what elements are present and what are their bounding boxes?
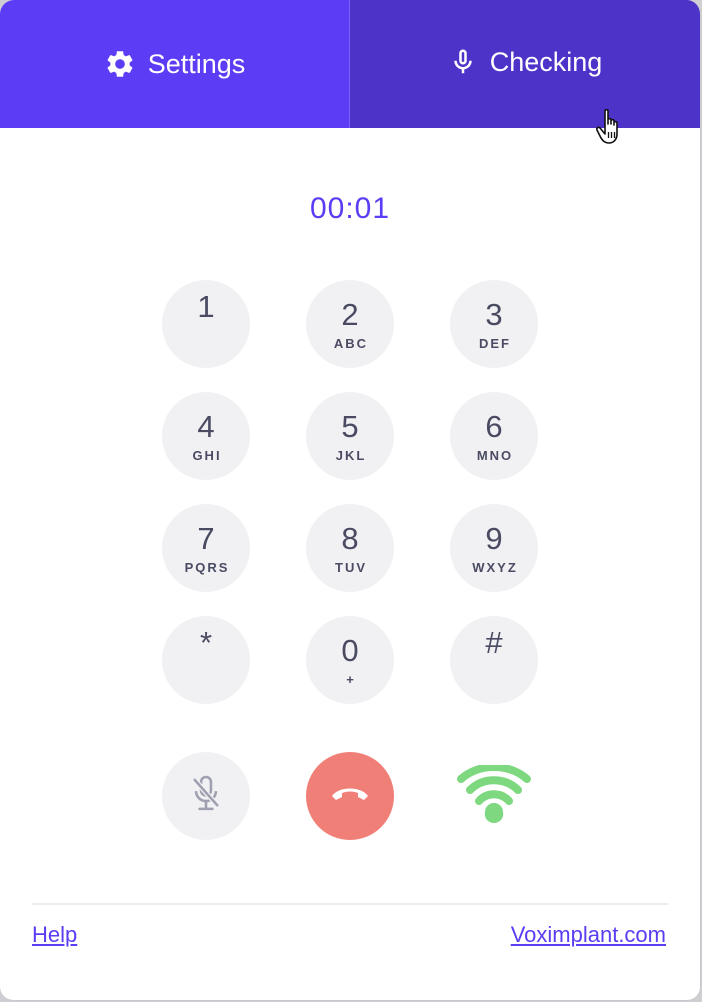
key-letters: + xyxy=(346,672,356,687)
keypad-key-1[interactable]: 1 xyxy=(162,280,250,368)
key-letters: MNO xyxy=(476,448,514,463)
network-signal-indicator xyxy=(450,752,538,840)
keypad-key-0[interactable]: 0 + xyxy=(306,616,394,704)
keypad-key-4[interactable]: 4 GHI xyxy=(162,392,250,480)
keypad-key-star[interactable]: * xyxy=(162,616,250,704)
key-digit: 7 xyxy=(197,521,215,556)
key-digit: 8 xyxy=(341,521,359,556)
voximplant-link[interactable]: Voximplant.com xyxy=(511,922,666,948)
help-link[interactable]: Help xyxy=(32,922,77,948)
footer-divider xyxy=(32,903,668,905)
call-timer: 00:01 xyxy=(309,192,391,225)
key-digit: 1 xyxy=(197,289,215,324)
key-letters: DEF xyxy=(479,336,511,351)
keypad-key-7[interactable]: 7 PQRS xyxy=(162,504,250,592)
key-letters: WXYZ xyxy=(472,560,518,575)
key-letters: TUV xyxy=(335,560,367,575)
key-letters xyxy=(205,665,207,679)
key-digit: 2 xyxy=(341,297,359,332)
key-digit: # xyxy=(485,625,503,660)
key-digit: 3 xyxy=(485,297,503,332)
key-digit: 0 xyxy=(341,633,359,668)
microphone-icon xyxy=(448,46,478,78)
tab-settings-label: Settings xyxy=(147,48,246,79)
mute-button[interactable] xyxy=(162,752,250,840)
keypad-key-2[interactable]: 2 ABC xyxy=(306,280,394,368)
keypad-key-9[interactable]: 9 WXYZ xyxy=(450,504,538,592)
gear-icon xyxy=(104,48,136,80)
keypad-key-5[interactable]: 5 JKL xyxy=(306,392,394,480)
call-widget: Settings Checking 00:01 1 2 ABC 3 DEF 4 … xyxy=(0,0,701,1001)
tab-checking[interactable]: Checking xyxy=(350,0,700,128)
hangup-button[interactable] xyxy=(306,752,394,840)
key-digit: * xyxy=(199,625,213,660)
key-letters: GHI xyxy=(192,448,222,463)
key-letters xyxy=(205,329,207,343)
keypad-key-8[interactable]: 8 TUV xyxy=(306,504,394,592)
keypad-key-hash[interactable]: # xyxy=(450,616,538,704)
microphone-muted-icon xyxy=(189,774,223,819)
phone-hangup-icon xyxy=(329,783,371,810)
key-letters: JKL xyxy=(335,448,367,463)
key-letters: PQRS xyxy=(184,560,230,575)
tab-settings[interactable]: Settings xyxy=(0,0,350,128)
tab-checking-label: Checking xyxy=(489,46,603,77)
key-digit: 6 xyxy=(485,409,503,444)
keypad-key-3[interactable]: 3 DEF xyxy=(450,280,538,368)
key-digit: 9 xyxy=(485,521,503,556)
key-digit: 4 xyxy=(197,409,215,444)
tab-bar: Settings Checking xyxy=(0,0,700,128)
key-letters: ABC xyxy=(333,336,369,351)
hand-cursor-icon xyxy=(595,108,626,151)
key-digit: 5 xyxy=(341,409,359,444)
wifi-signal-icon xyxy=(457,762,531,828)
key-letters xyxy=(493,665,495,679)
keypad-key-6[interactable]: 6 MNO xyxy=(450,392,538,480)
